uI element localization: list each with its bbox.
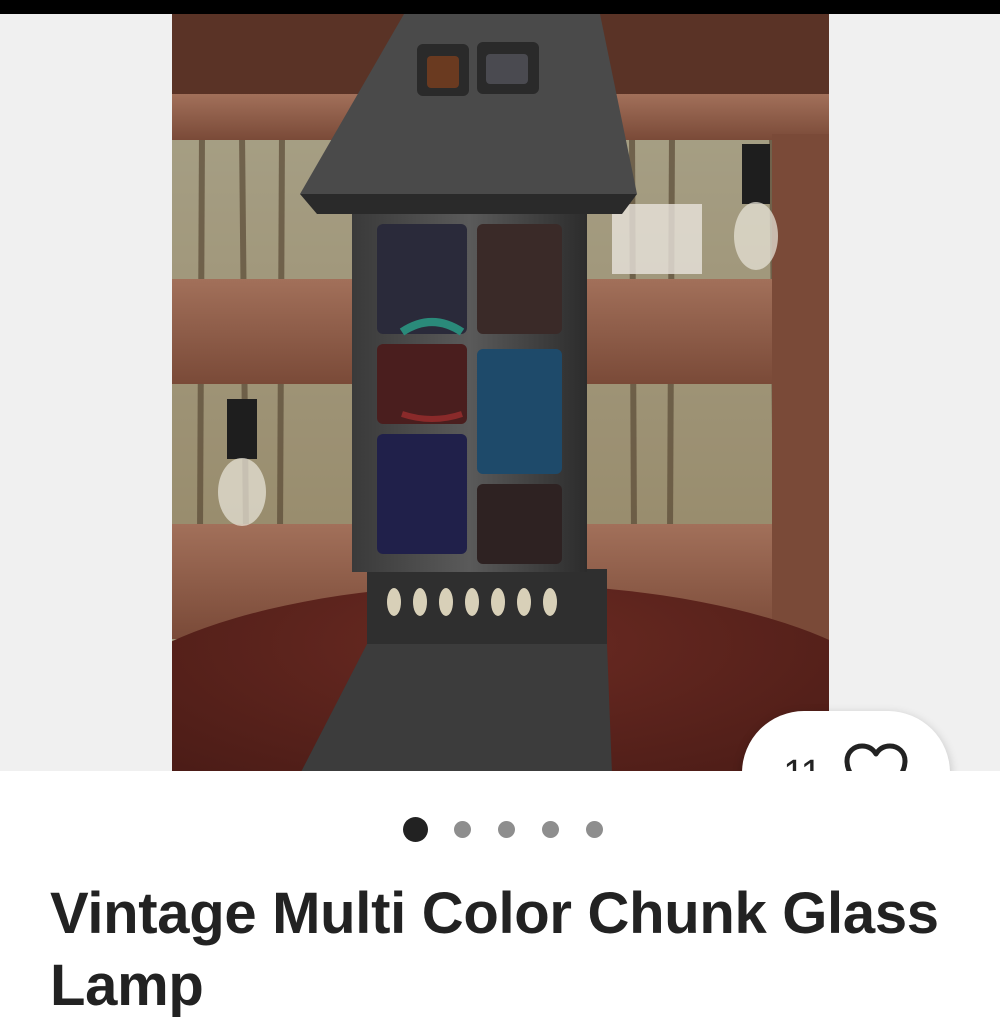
- status-bar: [0, 0, 1000, 14]
- lamp-photo: [172, 14, 829, 771]
- pagination-dot-3[interactable]: [498, 821, 515, 838]
- favorite-button[interactable]: 11: [742, 711, 950, 771]
- pagination-dot-4[interactable]: [542, 821, 559, 838]
- listing-photo[interactable]: [172, 14, 829, 771]
- listing-title: Vintage Multi Color Chunk Glass Lamp: [50, 881, 939, 1018]
- gallery-pagination: [0, 815, 1000, 843]
- image-gallery[interactable]: 11: [0, 14, 1000, 771]
- heart-outline-icon: [844, 743, 908, 771]
- pagination-dot-2[interactable]: [454, 821, 471, 838]
- pagination-dot-5[interactable]: [586, 821, 603, 838]
- pagination-dot-1[interactable]: [403, 817, 428, 842]
- favorite-count: 11: [783, 753, 821, 772]
